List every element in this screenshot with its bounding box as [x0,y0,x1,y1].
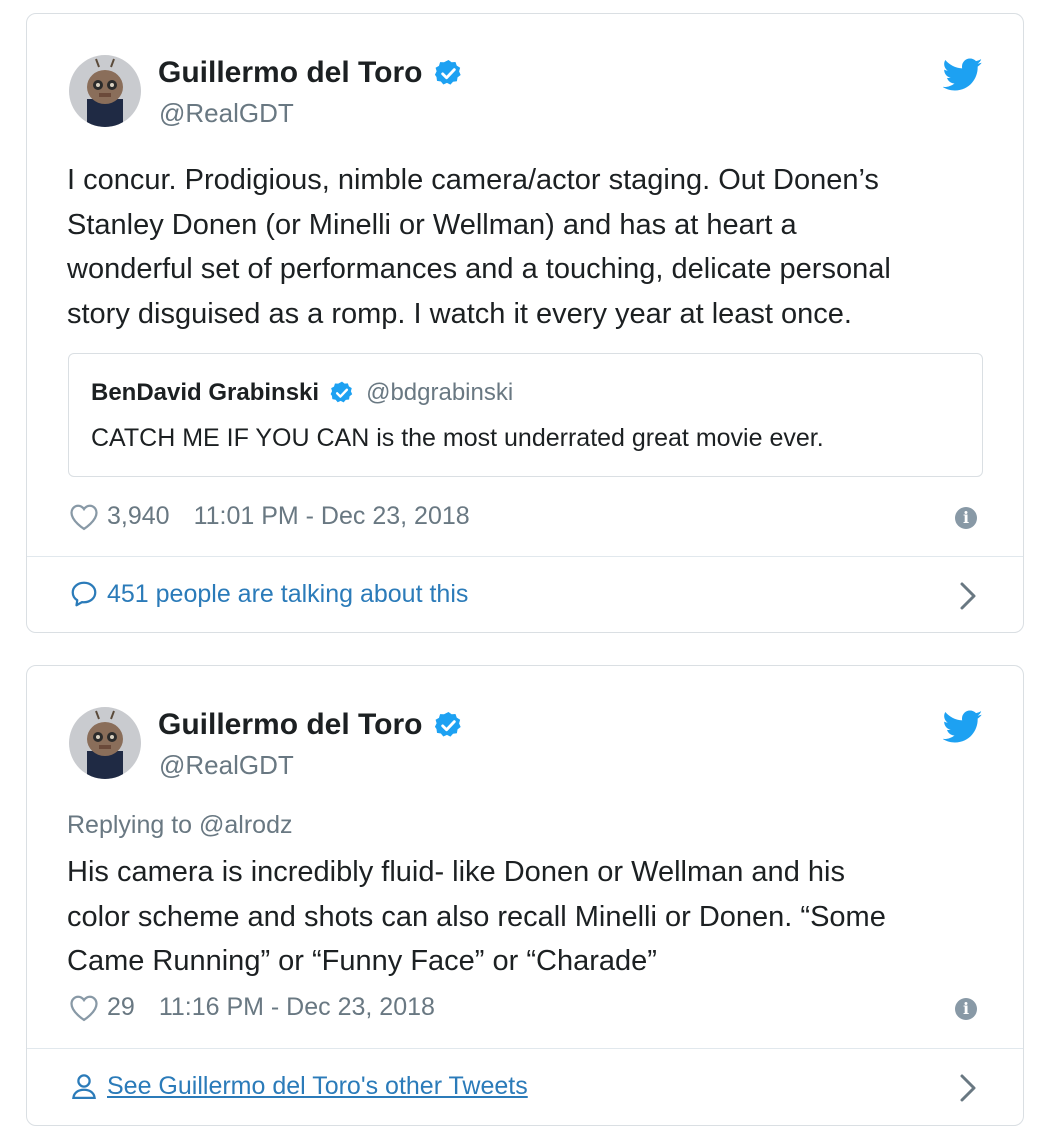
info-icon[interactable]: i [955,507,977,529]
verified-badge-icon [330,381,353,403]
tweet-text-line: story disguised as a romp. I watch it ev… [67,297,852,330]
verified-badge-icon [435,59,462,85]
quoted-author-handle[interactable]: @bdgrabinski [366,379,513,407]
divider [27,556,1023,557]
author-name[interactable]: Guillermo del Toro [158,708,464,742]
tweet-meta: 29 11:16 PM - Dec 23, 2018 [69,993,435,1022]
tweet-timestamp[interactable]: 11:16 PM - Dec 23, 2018 [159,993,435,1022]
author-name[interactable]: Guillermo del Toro [158,56,464,90]
chevron-right-icon[interactable] [959,581,977,611]
quoted-author[interactable]: BenDavid Grabinski @bdgrabinski [91,379,513,407]
quoted-tweet-text: CATCH ME IF YOU CAN is the most underrat… [91,424,824,452]
author-name-text[interactable]: Guillermo del Toro [158,56,422,90]
tweet-text: I concur. Prodigious, nimble camera/acto… [67,158,997,336]
info-icon[interactable]: i [955,998,977,1020]
heart-icon[interactable] [69,503,99,531]
quoted-tweet[interactable]: BenDavid Grabinski @bdgrabinski CATCH ME… [68,353,983,477]
conversation-link-text[interactable]: 451 people are talking about this [107,580,468,609]
tweet-meta: 3,940 11:01 PM - Dec 23, 2018 [69,502,470,531]
author-handle[interactable]: @RealGDT [159,98,294,129]
author-avatar[interactable] [69,707,141,779]
tweet-card-2: Guillermo del Toro @RealGDT Replying to … [26,665,1024,1126]
conversation-link[interactable]: 451 people are talking about this [69,579,468,609]
twitter-bird-icon[interactable] [943,710,983,744]
comment-bubble-icon [71,581,97,607]
tweet-timestamp[interactable]: 11:01 PM - Dec 23, 2018 [194,502,470,531]
tweet-card-1: Guillermo del Toro @RealGDT I concur. Pr… [26,13,1024,633]
tweet-text-line: Came Running” or “Funny Face” or “Charad… [67,945,657,977]
author-name-text[interactable]: Guillermo del Toro [158,708,422,742]
tweet-text-line: Stanley Donen (or Minelli or Wellman) an… [67,208,797,241]
author-handle[interactable]: @RealGDT [159,750,294,781]
replying-to[interactable]: Replying to @alrodz [67,811,293,840]
tweet-text-line: I concur. Prodigious, nimble camera/acto… [67,164,879,196]
verified-badge-icon [435,711,462,737]
quoted-author-name[interactable]: BenDavid Grabinski [91,379,319,407]
tweet-text: His camera is incredibly fluid- like Don… [67,850,997,984]
tweet-text-line: His camera is incredibly fluid- like Don… [67,856,845,888]
author-avatar[interactable] [69,55,141,127]
tweet-text-line: wonderful set of performances and a touc… [67,253,891,285]
like-count[interactable]: 3,940 [107,502,170,531]
chevron-right-icon[interactable] [959,1073,977,1103]
heart-icon[interactable] [69,994,99,1022]
other-tweets-link-text[interactable]: See Guillermo del Toro's other Tweets [107,1072,528,1101]
divider [27,1048,1023,1049]
tweet-text-line: color scheme and shots can also recall M… [67,900,886,933]
other-tweets-link[interactable]: See Guillermo del Toro's other Tweets [69,1071,528,1101]
person-icon [72,1074,96,1099]
like-count[interactable]: 29 [107,993,135,1022]
twitter-bird-icon[interactable] [943,58,983,92]
